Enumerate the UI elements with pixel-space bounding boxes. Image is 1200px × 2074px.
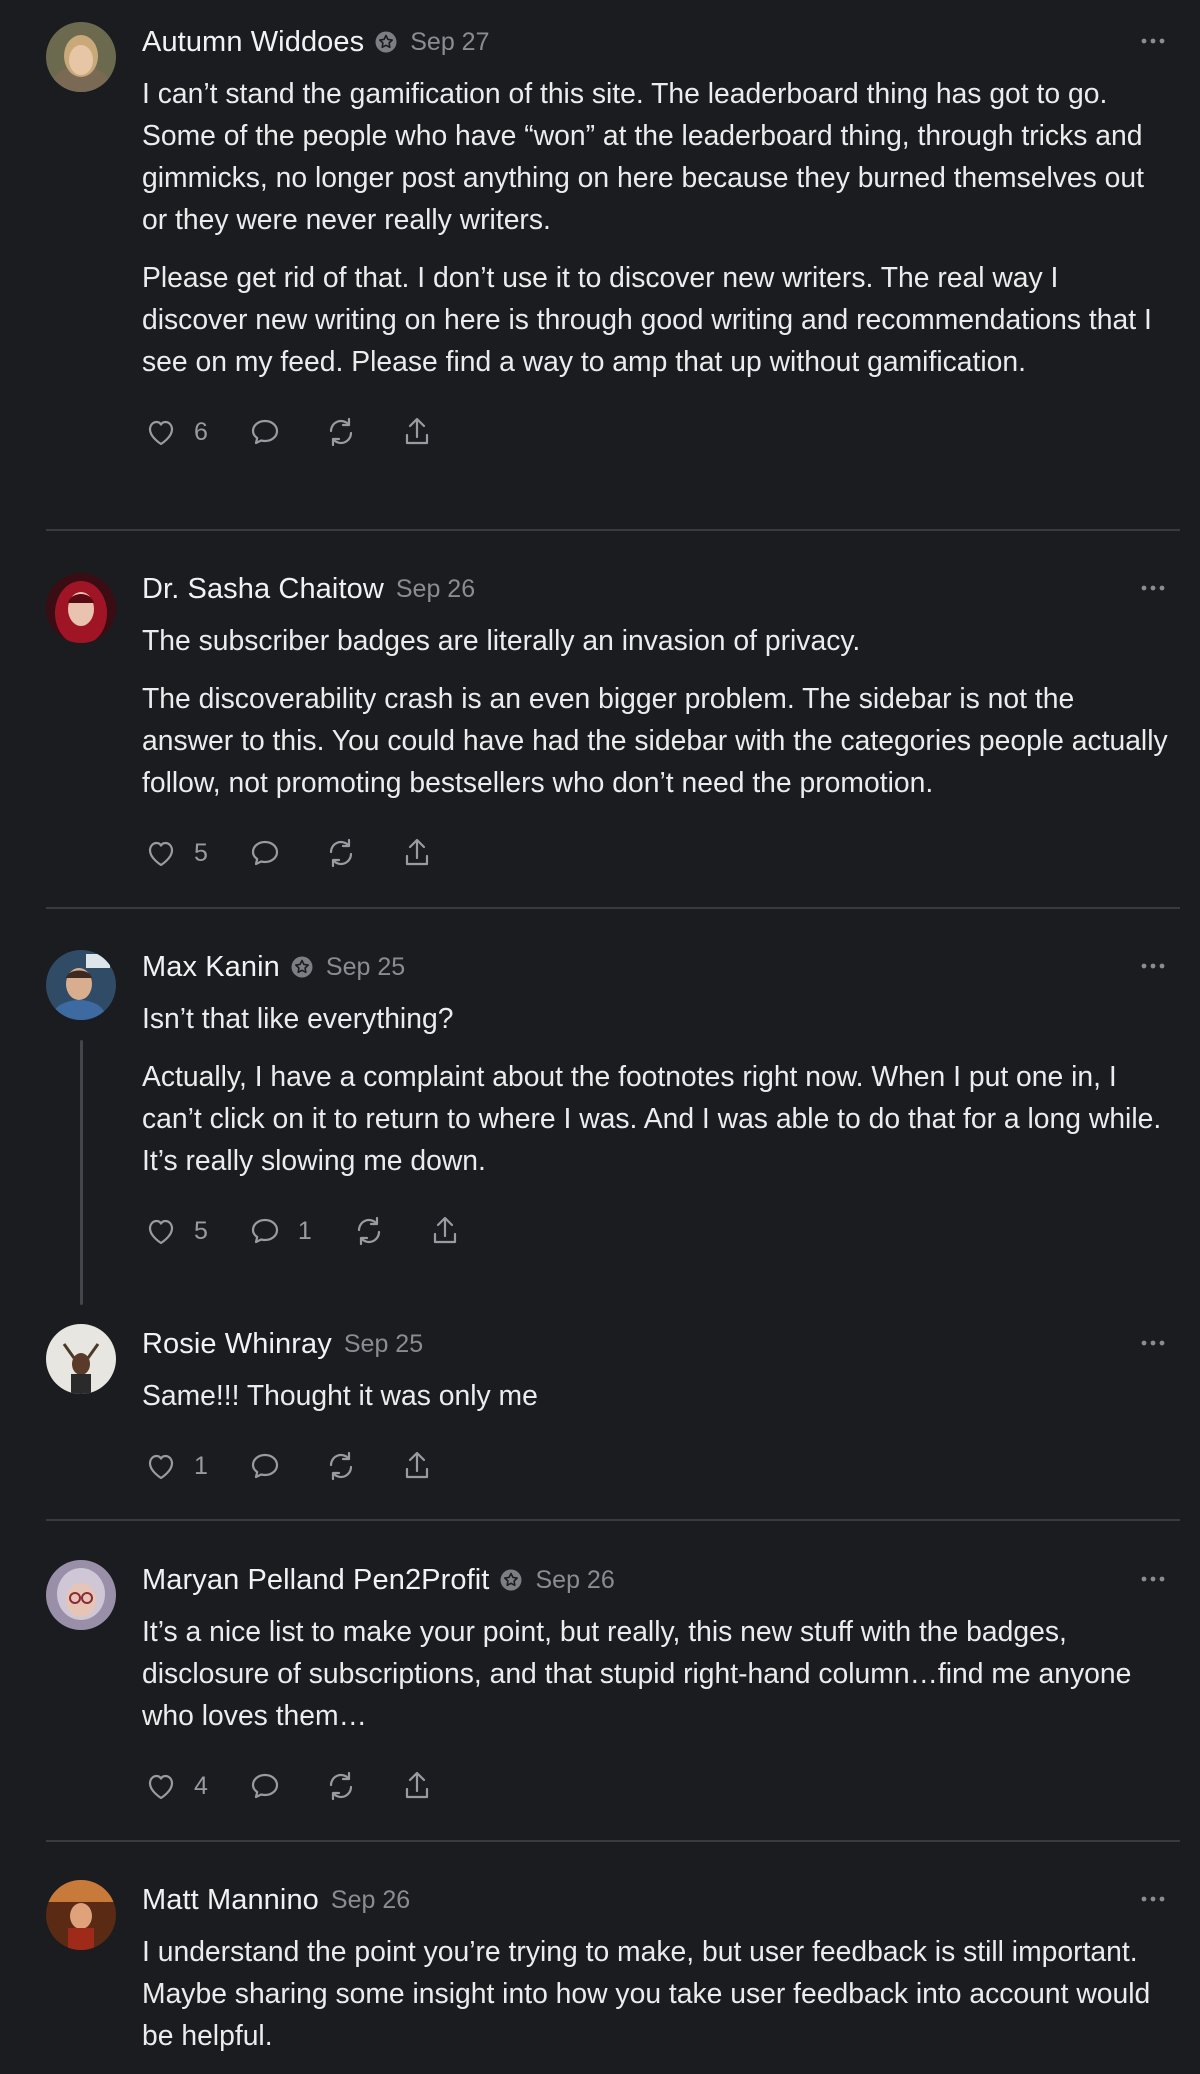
restack-button[interactable] [322,413,360,451]
like-count: 6 [194,417,208,446]
subscriber-badge-icon [374,30,398,54]
restack-icon [329,1771,353,1801]
heart-icon [148,841,174,867]
more-dots-icon[interactable] [1138,1564,1168,1594]
comment-date[interactable]: Sep 26 [535,1566,614,1595]
heart-icon [148,420,174,446]
comment-date[interactable]: Sep 26 [331,1886,410,1915]
comment-actions: 5 1 [142,1211,1178,1251]
author-name[interactable]: Dr. Sasha Chaitow [142,573,384,606]
share-button[interactable] [426,1212,464,1250]
avatar[interactable] [46,22,116,92]
thread-line [80,1040,83,1305]
share-icon [405,1451,429,1479]
comment-bubble-icon [251,1773,279,1799]
share-button[interactable] [398,1767,436,1805]
comment-actions: 4 [142,1766,1178,1806]
like-button[interactable]: 6 [142,413,208,451]
comment-text: It’s a nice list to make your point, but… [142,1615,1132,1731]
divider [46,529,1180,531]
avatar[interactable] [46,573,116,643]
comment-text: Isn’t that like everything? [142,1002,454,1034]
comment-text: Actually, I have a complaint about the f… [142,1060,1162,1176]
comment-text: I can’t stand the gamification of this s… [142,77,1144,235]
reply-button[interactable] [246,1767,284,1805]
like-count: 1 [194,1451,208,1480]
author-name[interactable]: Autumn Widdoes [142,26,364,59]
restack-icon [329,838,353,868]
like-button[interactable]: 5 [142,1212,208,1250]
comment-text: The subscriber badges are literally an i… [142,624,861,656]
share-button[interactable] [398,413,436,451]
restack-button[interactable] [322,1447,360,1485]
heart-icon [148,1454,174,1480]
restack-button[interactable] [350,1212,388,1250]
comment-actions: 6 [142,412,1178,452]
comment-actions: 5 [142,833,1178,873]
like-button[interactable]: 5 [142,834,208,872]
heart-icon [148,1219,174,1245]
restack-button[interactable] [322,834,360,872]
comment-text: The discoverability crash is an even big… [142,682,1168,798]
share-button[interactable] [398,1447,436,1485]
like-count: 5 [194,838,208,867]
like-button[interactable]: 4 [142,1767,208,1805]
share-button[interactable] [398,834,436,872]
author-name[interactable]: Matt Mannino [142,1884,319,1917]
more-dots-icon[interactable] [1138,1884,1168,1914]
share-icon [433,1216,456,1244]
comment-date[interactable]: Sep 27 [410,28,489,57]
comment-text: Please get rid of that. I don’t use it t… [142,261,1152,377]
comment-text: I understand the point you’re trying to … [142,1935,1151,2051]
like-button[interactable]: 1 [142,1447,208,1485]
restack-button[interactable] [322,1767,360,1805]
share-icon [405,417,429,445]
restack-icon [329,1451,353,1481]
share-icon [405,1771,429,1799]
heart-icon [148,1774,174,1800]
restack-icon [357,1216,380,1246]
subscriber-badge-icon [290,955,314,979]
more-dots-icon[interactable] [1138,1328,1168,1358]
divider [46,907,1180,909]
more-dots-icon[interactable] [1138,951,1168,981]
avatar[interactable] [46,950,116,1020]
comment-date[interactable]: Sep 25 [326,953,405,982]
comment-bubble-icon [251,1453,279,1479]
share-icon [405,838,429,866]
comment-date[interactable]: Sep 26 [396,575,475,604]
subscriber-badge-icon [499,1568,523,1592]
comment-bubble-icon [251,419,279,445]
reply-button[interactable] [246,413,284,451]
more-dots-icon[interactable] [1138,26,1168,56]
like-count: 5 [194,1216,208,1245]
avatar[interactable] [46,1880,116,1950]
reply-button[interactable]: 1 [246,1212,312,1250]
divider [46,1519,1180,1521]
comment-bubble-icon [251,1218,279,1244]
more-dots-icon[interactable] [1138,573,1168,603]
comment-bubble-icon [251,840,279,866]
author-name[interactable]: Max Kanin [142,951,280,984]
reply-button[interactable] [246,834,284,872]
comment-feed: Autumn Widdoes Sep 27 I can’t stand the … [0,0,1200,2074]
comment-actions: 1 [142,1446,1178,1486]
avatar[interactable] [46,1560,116,1630]
reply-count: 1 [297,1216,312,1245]
like-count: 4 [194,1771,208,1800]
author-name[interactable]: Rosie Whinray [142,1328,332,1361]
comment-date[interactable]: Sep 25 [344,1330,423,1359]
divider [46,1840,1180,1842]
avatar[interactable] [46,1324,116,1394]
restack-icon [329,417,353,447]
author-name[interactable]: Maryan Pelland Pen2Profit [142,1564,489,1597]
reply-button[interactable] [246,1447,284,1485]
comment-text: Same!!! Thought it was only me [142,1379,538,1411]
